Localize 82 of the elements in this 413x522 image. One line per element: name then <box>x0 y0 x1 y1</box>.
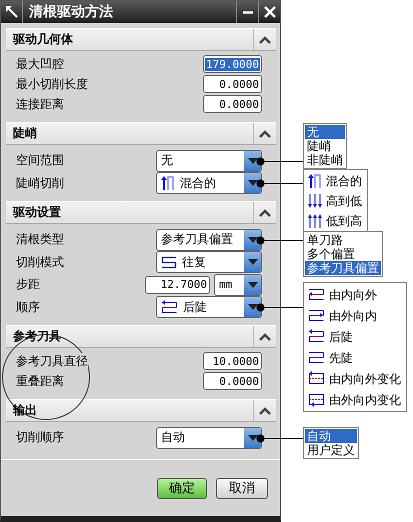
leader-line <box>256 303 303 312</box>
chevron-up-icon <box>259 406 271 414</box>
chevron-up-icon <box>259 332 271 340</box>
section-header[interactable]: 驱动设置 <box>6 201 276 224</box>
leader-line <box>256 434 303 443</box>
dropdown[interactable]: 混合的 <box>156 172 262 194</box>
dropdown-arrow-icon <box>246 303 258 311</box>
down-arrows-icon <box>308 193 322 209</box>
number-field[interactable]: 0.0000 <box>203 372 262 390</box>
dropdown-arrow-icon <box>246 236 258 244</box>
zigzag-icon <box>161 254 177 270</box>
dropdown-arrow-icon <box>246 179 258 187</box>
section-header[interactable]: 驱动几何体 <box>6 28 276 51</box>
list-option[interactable]: 由外向内 <box>305 305 405 326</box>
list-option[interactable]: 低到高 <box>305 211 366 231</box>
chevron-up-icon <box>259 208 271 216</box>
arrow-icon <box>4 5 18 19</box>
leader-line <box>256 157 303 166</box>
dropdown[interactable]: 自动 <box>156 426 262 448</box>
dropdown[interactable]: 参考刀具偏置 <box>156 228 262 250</box>
up-arrows-icon <box>308 213 322 229</box>
section-title: 驱动设置 <box>12 204 62 221</box>
section-header[interactable]: 陡峭 <box>6 122 276 145</box>
chevron-up-icon <box>259 130 271 138</box>
path-lines-icon <box>308 349 325 366</box>
field-label: 最大凹腔 <box>16 56 64 72</box>
list-option[interactable]: 后陡 <box>305 326 405 347</box>
window-title: 清根驱动方法 <box>28 3 114 21</box>
field-label: 连接距离 <box>16 96 64 112</box>
number-field[interactable]: 0.0000 <box>203 75 262 93</box>
path-lines-icon <box>308 328 325 345</box>
field-label: 顺序 <box>16 298 40 316</box>
path-lines-icon <box>308 391 325 408</box>
number-field[interactable]: 12.7000 <box>145 276 210 294</box>
section-title: 驱动几何体 <box>12 31 74 48</box>
field-label: 陡峭切削 <box>16 174 64 192</box>
close-icon <box>262 5 276 19</box>
list-option[interactable]: 非陡峭 <box>305 153 345 167</box>
list-option[interactable]: 由内向外变化 <box>305 368 405 389</box>
path-lines-icon <box>308 286 325 303</box>
unit-dropdown[interactable]: mm <box>214 274 262 296</box>
field-label: 步距 <box>16 276 40 293</box>
list-option[interactable]: 多个偏置 <box>305 247 381 261</box>
field-label: 空间范围 <box>16 152 64 169</box>
list-option[interactable]: 混合的 <box>305 171 366 191</box>
list-option[interactable]: 参考刀具偏置 <box>305 261 381 275</box>
dialog-button[interactable]: 取消 <box>216 478 268 498</box>
list-option[interactable]: 用户定义 <box>305 443 357 457</box>
field-label: 最小切削长度 <box>16 76 88 92</box>
leader-line <box>256 179 303 188</box>
path-lines-icon <box>161 298 178 316</box>
section-title: 陡峭 <box>12 125 38 142</box>
list-option[interactable]: 高到低 <box>305 191 366 211</box>
list-option[interactable]: 自动 <box>305 429 357 443</box>
dropdown[interactable]: 往复 <box>156 251 262 273</box>
field-label: 清根类型 <box>16 231 64 248</box>
dialog-button[interactable]: 确定 <box>157 478 207 498</box>
dropdown[interactable]: 后陡 <box>156 296 262 318</box>
dropdown[interactable]: 无 <box>156 150 262 172</box>
field-label: 切削模式 <box>16 254 64 270</box>
chevron-up-icon <box>259 36 271 44</box>
dropdown-arrow-icon <box>246 280 258 288</box>
list-option[interactable]: 单刀路 <box>305 233 381 247</box>
number-field[interactable]: 179.0000 <box>203 55 262 73</box>
list-option[interactable]: 由外向内变化 <box>305 389 405 410</box>
path-lines-icon <box>308 307 325 324</box>
arrow-loop-icon <box>161 175 175 191</box>
dropdown-arrow-icon <box>246 258 258 266</box>
number-field[interactable]: 0.0000 <box>203 95 262 113</box>
list-option[interactable]: 陡峭 <box>305 139 345 153</box>
list-option[interactable]: 先陡 <box>305 347 405 368</box>
number-field[interactable]: 10.0000 <box>203 352 262 370</box>
field-label: 重叠距离 <box>16 372 64 390</box>
field-label: 参考刀具直径 <box>16 352 88 370</box>
dropdown-arrow-icon <box>246 434 258 442</box>
leader-line <box>256 236 303 245</box>
list-option[interactable]: 由内向外 <box>305 284 405 305</box>
arrow-loop-icon <box>308 173 322 189</box>
field-label: 切削顺序 <box>16 429 64 446</box>
list-option[interactable]: 无 <box>305 125 345 139</box>
path-lines-icon <box>308 370 325 387</box>
dropdown-arrow-icon <box>246 156 258 164</box>
